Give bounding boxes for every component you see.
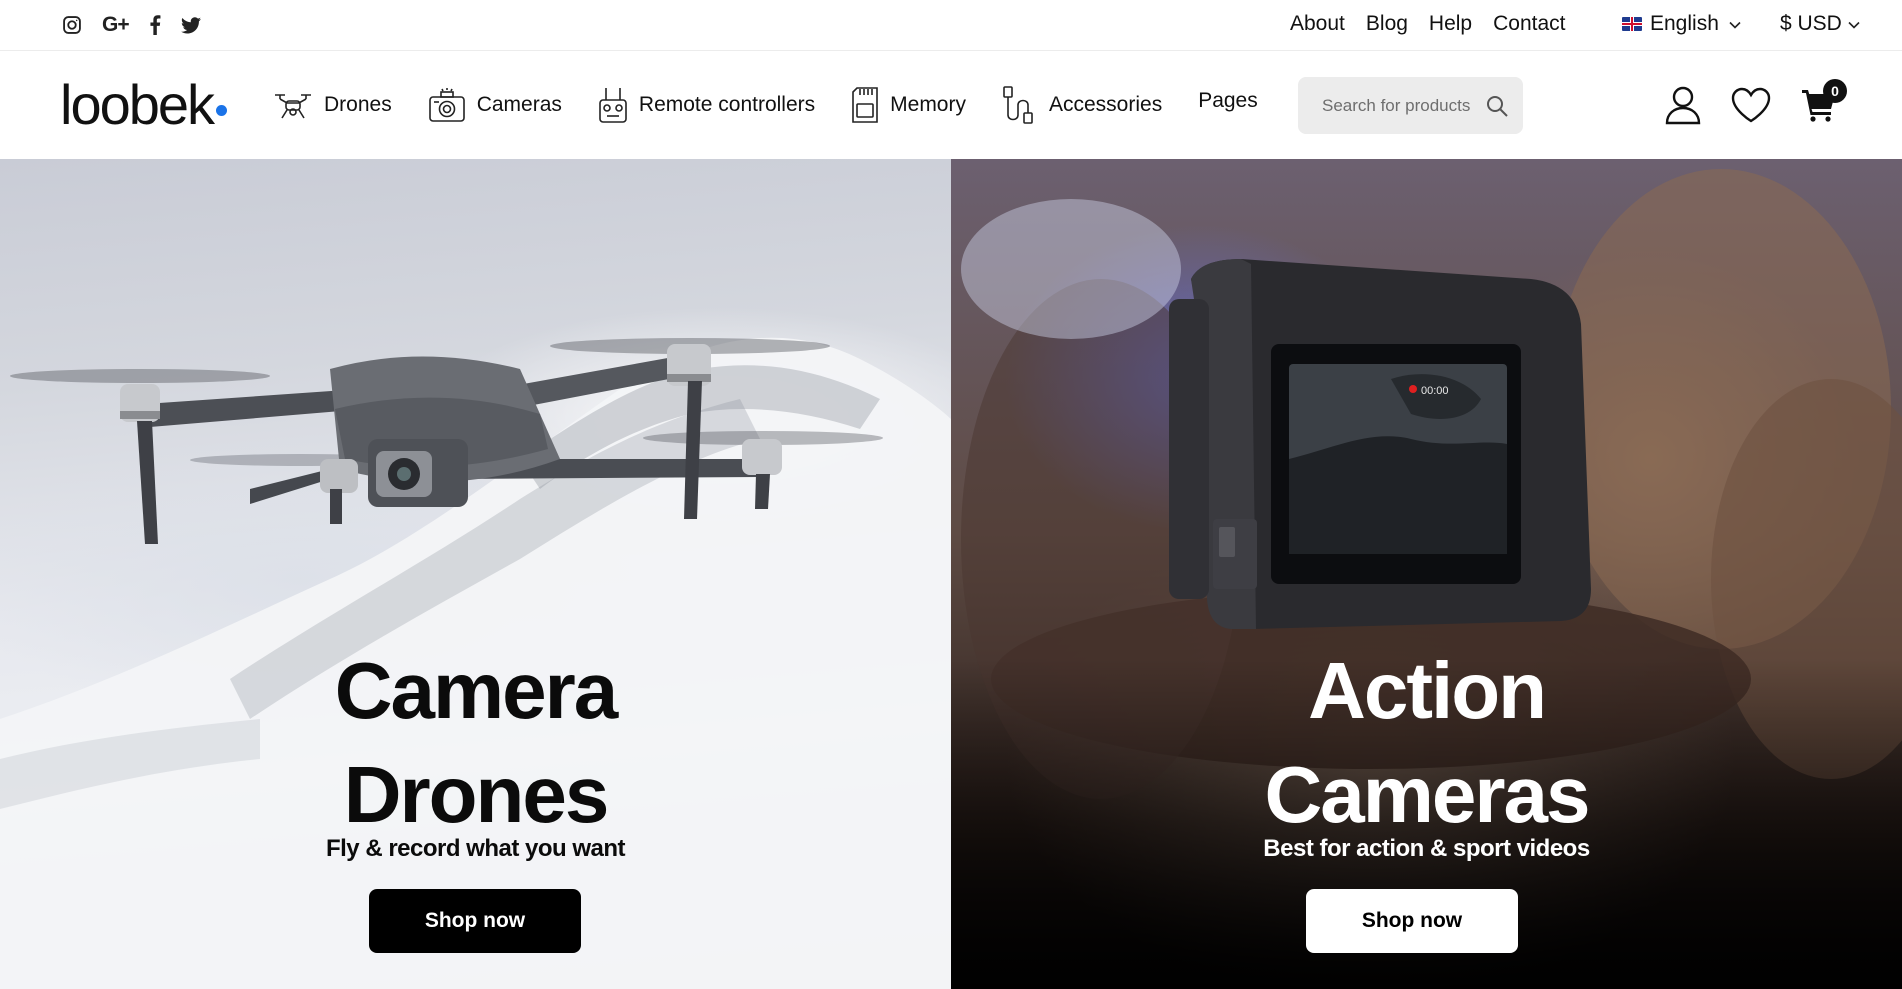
menu-item-pages[interactable]: Pages [1198,76,1258,126]
chevron-down-icon [1729,17,1741,32]
category-menu: Drones Cameras Remote controllers Memory… [273,80,1294,130]
camera-icon [428,87,466,123]
menu-label: Drones [324,93,392,116]
menu-item-memory[interactable]: Memory [851,80,966,130]
menu-item-remote-controllers[interactable]: Remote controllers [598,80,815,130]
memory-card-icon [851,86,879,124]
remote-controller-icon [598,86,628,124]
hero-title-line-1: Action [1308,646,1547,735]
instagram-icon[interactable] [62,12,82,38]
hero-subtitle: Fly & record what you want [325,835,626,862]
user-icon[interactable] [1665,85,1701,125]
menu-item-cameras[interactable]: Cameras [428,80,562,130]
recording-time-readout: 00:00 [1421,385,1449,397]
drone-icon [273,89,313,121]
cart-count-badge: 0 [1823,79,1847,103]
hero-subtitle: Best for action & sport videos [1263,835,1590,862]
search-input[interactable] [1322,95,1482,116]
hero-title-line-2: Drones [343,750,610,839]
heart-icon[interactable] [1731,87,1771,123]
search-icon[interactable] [1485,94,1509,118]
cable-icon [1002,85,1038,125]
shop-now-button[interactable]: Shop now [1306,889,1518,953]
social-links: G+ [62,12,201,38]
menu-label: Cameras [476,93,562,116]
logo-dot [216,105,228,116]
menu-label: Remote controllers [638,93,816,116]
hero-title: Action Cameras [951,639,1902,847]
logo[interactable]: loobek [60,72,228,137]
hero-banners: Camera Drones Fly & record what you want… [0,159,1902,989]
hero-title: Camera Drones [0,639,951,847]
blog-link[interactable]: Blog [1366,12,1408,36]
cart-icon[interactable]: 0 [1801,79,1847,123]
about-link[interactable]: About [1290,12,1345,36]
facebook-icon[interactable] [149,12,161,38]
menu-label: Pages [1198,89,1258,112]
currency-selector[interactable]: $ USD [1780,12,1860,36]
menu-item-accessories[interactable]: Accessories [1002,80,1162,130]
twitter-icon[interactable] [180,12,201,38]
chevron-down-icon [1848,17,1860,32]
top-links: About Blog Help Contact [1290,12,1566,36]
camera-drones-banner[interactable]: Camera Drones Fly & record what you want… [0,159,951,989]
hero-title-line-1: Camera [334,646,619,735]
currency-label: $ USD [1780,12,1842,35]
logo-text: loobek [60,73,215,136]
google-plus-icon[interactable]: G+ [102,12,130,38]
language-selector[interactable]: English [1622,12,1741,36]
hero-title-line-2: Cameras [1264,750,1590,839]
uk-flag-icon [1622,17,1642,31]
account-icons: 0 [1665,79,1847,125]
language-label: English [1650,12,1719,35]
action-cameras-banner[interactable]: 00:00 Action Cameras Best for action & s… [951,159,1902,989]
top-bar: G+ About Blog Help Contact English $ USD [0,0,1902,51]
menu-label: Memory [890,93,966,116]
shop-now-button[interactable]: Shop now [369,889,581,953]
drone-image [10,338,883,544]
menu-label: Accessories [1048,93,1163,116]
menu-item-drones[interactable]: Drones [273,80,392,130]
contact-link[interactable]: Contact [1493,12,1565,36]
search-box [1298,77,1523,134]
help-link[interactable]: Help [1429,12,1472,36]
main-nav: loobek Drones Cameras Remote controllers… [0,52,1902,159]
